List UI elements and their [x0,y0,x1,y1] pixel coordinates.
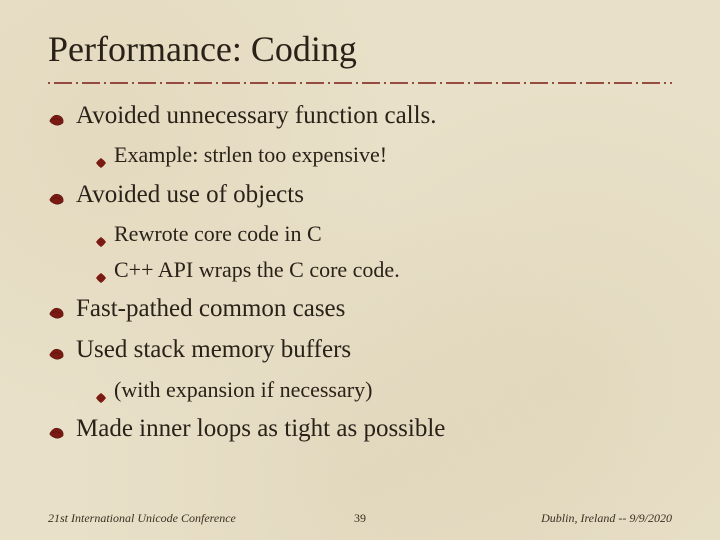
bullet-level2: Rewrote core code in C [96,220,672,254]
diamond-bullet-icon [96,226,106,254]
slide-title: Performance: Coding [48,28,672,70]
bullet-text: Fast-pathed common cases [76,293,345,324]
bullet-level1: Avoided unnecessary function calls. [48,100,672,137]
bullet-level2: (with expansion if necessary) [96,376,672,410]
leaf-bullet-icon [48,106,66,137]
leaf-bullet-icon [48,185,66,216]
diamond-bullet-icon [96,382,106,410]
bullet-level2: C++ API wraps the C core code. [96,256,672,290]
slide-number: 39 [48,511,672,526]
diamond-bullet-icon [96,147,106,175]
leaf-bullet-icon [48,419,66,450]
bullet-level1: Avoided use of objects [48,179,672,216]
bullet-text: C++ API wraps the C core code. [114,256,400,284]
diamond-bullet-icon [96,262,106,290]
bullet-text: (with expansion if necessary) [114,376,372,404]
bullet-level1: Used stack memory buffers [48,334,672,371]
bullet-text: Avoided unnecessary function calls. [76,100,437,131]
bullet-level1: Made inner loops as tight as possible [48,413,672,450]
leaf-bullet-icon [48,299,66,330]
leaf-bullet-icon [48,340,66,371]
bullet-level2: Example: strlen too expensive! [96,141,672,175]
bullet-text: Used stack memory buffers [76,334,351,365]
content: Avoided unnecessary function calls. Exam… [48,100,672,450]
bullet-text: Made inner loops as tight as possible [76,413,445,444]
bullet-text: Rewrote core code in C [114,220,322,248]
bullet-text: Example: strlen too expensive! [114,141,387,169]
divider [48,80,672,86]
bullet-level1: Fast-pathed common cases [48,293,672,330]
slide: Performance: Coding Avoided unnecessary … [0,0,720,540]
bullet-text: Avoided use of objects [76,179,304,210]
footer: 21st International Unicode Conference 39… [48,511,672,526]
